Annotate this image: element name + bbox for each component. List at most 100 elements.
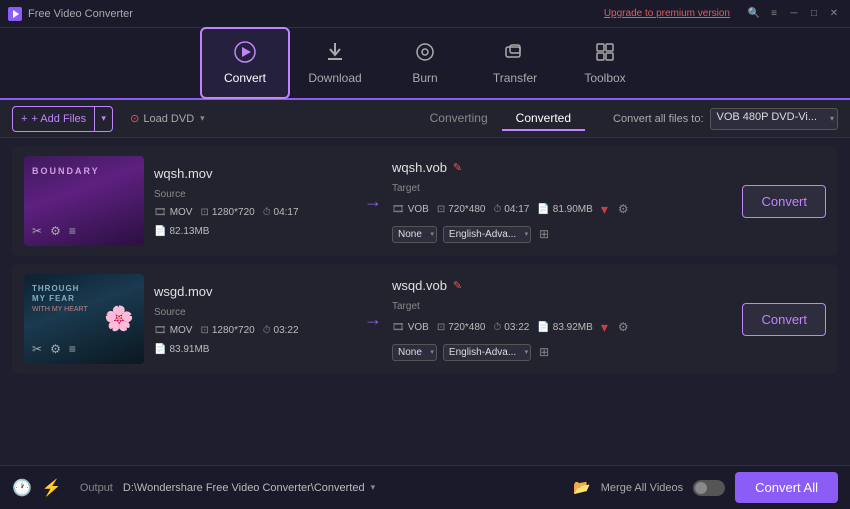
format-dropdown[interactable]: VOB 480P DVD-Vi...	[710, 108, 838, 130]
video-source-2: wsgd.mov Source 🎞 MOV ⊡ 1280*720 ⏱ 03:22…	[154, 284, 354, 355]
tabs-group: Converting Converted	[416, 107, 585, 131]
target-resolution-1: ⊡ 720*480	[437, 204, 486, 215]
dvd-icon: ⊙	[130, 112, 139, 125]
nav-burn-label: Burn	[412, 71, 437, 85]
source-size-2: 📄 83.91MB	[154, 344, 209, 355]
maximize-btn[interactable]: □	[806, 6, 822, 22]
audio-settings-2[interactable]: ⊞	[539, 345, 549, 359]
app-title: Free Video Converter	[28, 8, 133, 20]
cut-icon-2[interactable]: ✂	[32, 342, 42, 356]
load-dvd-arrow: ▾	[200, 113, 205, 124]
output-path-arrow: ▾	[371, 482, 376, 493]
output-path-text: D:\Wondershare Free Video Converter\Conv…	[123, 482, 365, 494]
video-source-1: wqsh.mov Source 🎞 MOV ⊡ 1280*720 ⏱ 04:17…	[154, 166, 354, 237]
target-quality-arrow-1[interactable]: ▾	[601, 201, 608, 218]
video-filename-2: wsgd.mov	[154, 284, 354, 299]
video-filename-1: wqsh.mov	[154, 166, 354, 181]
subtitle-dropdown-wrap-1: None ▾	[392, 226, 437, 243]
target-filename-1: wqsh.vob ✎	[392, 160, 732, 175]
flower-icon: 🌸	[104, 305, 134, 334]
source-resolution-1: ⊡ 1280*720	[200, 207, 254, 218]
add-icon: +	[21, 113, 27, 125]
nav-convert[interactable]: Convert	[200, 27, 290, 99]
upgrade-link[interactable]: Upgrade to premium version	[604, 8, 730, 19]
subtitle-dropdown-wrap-2: None ▾	[392, 344, 437, 361]
target-dropdowns-1: None ▾ English-Adva... ▾ ⊞	[392, 226, 732, 243]
format-dropdown-wrap: VOB 480P DVD-Vi... ▾	[710, 108, 838, 130]
subtitle-dropdown-1[interactable]: None	[392, 226, 437, 243]
app-icon	[8, 7, 22, 21]
target-quality-arrow-2[interactable]: ▾	[601, 319, 608, 336]
video-item-1: BOUNDARY ✂ ⚙ ≡ wqsh.mov Source 🎞 MOV ⊡ 1…	[12, 146, 838, 256]
convert-button-2[interactable]: Convert	[742, 303, 826, 336]
add-files-label: + Add Files	[31, 113, 86, 125]
merge-toggle[interactable]	[693, 480, 725, 496]
source-meta-2: 🎞 MOV ⊡ 1280*720 ⏱ 03:22 📄 83.91MB	[154, 325, 354, 355]
clock-icon[interactable]: 🕐	[12, 478, 32, 498]
convert-button-1[interactable]: Convert	[742, 185, 826, 218]
target-dropdowns-2: None ▾ English-Adva... ▾ ⊞	[392, 344, 732, 361]
nav-convert-label: Convert	[224, 71, 266, 85]
folder-icon[interactable]: 📂	[573, 479, 590, 496]
audio-dropdown-wrap-2: English-Adva... ▾	[443, 344, 531, 361]
settings-icon-1[interactable]: ⚙	[50, 224, 61, 238]
edit-icon-2[interactable]: ✎	[453, 279, 462, 292]
minimize-btn[interactable]: ─	[786, 6, 802, 22]
add-files-main[interactable]: + + Add Files	[13, 113, 94, 125]
nav-toolbox[interactable]: Toolbox	[560, 27, 650, 99]
nav-download[interactable]: Download	[290, 27, 380, 99]
source-size-1: 📄 82.13MB	[154, 226, 209, 237]
add-files-arrow[interactable]: ▾	[94, 106, 112, 132]
convert-nav-icon	[234, 41, 256, 67]
output-path: D:\Wondershare Free Video Converter\Conv…	[123, 482, 563, 494]
list-icon-1[interactable]: ≡	[69, 224, 76, 238]
target-meta-2: 🎞 VOB ⊡ 720*480 ⏱ 03:22 📄 83.92MB ▾ ⚙	[392, 319, 732, 336]
source-format-2: 🎞 MOV	[154, 325, 192, 336]
nav-download-label: Download	[308, 71, 361, 85]
video-target-2: wsqd.vob ✎ Target 🎞 VOB ⊡ 720*480 ⏱ 03:2…	[392, 278, 732, 361]
target-label-1: Target	[392, 183, 732, 194]
source-meta-1: 🎞 MOV ⊡ 1280*720 ⏱ 04:17 📄 82.13MB	[154, 207, 354, 237]
target-filename-2: wsqd.vob ✎	[392, 278, 732, 293]
bottom-bar: 🕐 ⚡ Output D:\Wondershare Free Video Con…	[0, 465, 850, 509]
arrow-icon-2: →	[364, 309, 382, 330]
toggle-knob	[695, 482, 707, 494]
merge-label: Merge All Videos	[601, 482, 683, 494]
load-dvd-label: Load DVD	[143, 113, 194, 125]
action-bar: + + Add Files ▾ ⊙ Load DVD ▾ Converting …	[0, 100, 850, 138]
close-btn[interactable]: ✕	[826, 6, 842, 22]
video-thumb-2: THROUGHMY FEAR WITH MY HEART 🌸 ✂ ⚙ ≡	[24, 274, 144, 364]
target-size-1: 📄 81.90MB	[537, 204, 592, 215]
nav-burn[interactable]: Burn	[380, 27, 470, 99]
list-icon-2[interactable]: ≡	[69, 342, 76, 356]
download-nav-icon	[324, 41, 346, 67]
cut-icon-1[interactable]: ✂	[32, 224, 42, 238]
thumb2-sub: WITH MY HEART	[32, 306, 88, 313]
tab-converted[interactable]: Converted	[502, 107, 585, 131]
subtitle-dropdown-2[interactable]: None	[392, 344, 437, 361]
target-settings-2[interactable]: ⚙	[618, 320, 629, 334]
content-area: BOUNDARY ✂ ⚙ ≡ wqsh.mov Source 🎞 MOV ⊡ 1…	[0, 138, 850, 465]
audio-dropdown-2[interactable]: English-Adva...	[443, 344, 531, 361]
lightning-icon[interactable]: ⚡	[42, 478, 62, 498]
toolbar: Convert Download Burn Transfer	[0, 28, 850, 100]
audio-dropdown-1[interactable]: English-Adva...	[443, 226, 531, 243]
target-settings-1[interactable]: ⚙	[618, 202, 629, 216]
edit-icon-1[interactable]: ✎	[453, 161, 462, 174]
title-bar: Free Video Converter Upgrade to premium …	[0, 0, 850, 28]
add-files-button[interactable]: + + Add Files ▾	[12, 106, 113, 132]
thumb-icons-2: ✂ ⚙ ≡	[24, 338, 144, 360]
audio-settings-1[interactable]: ⊞	[539, 227, 549, 241]
convert-all-button[interactable]: Convert All	[735, 472, 838, 503]
thumb-icons-1: ✂ ⚙ ≡	[24, 220, 144, 242]
load-dvd-button[interactable]: ⊙ Load DVD ▾	[121, 106, 214, 132]
menu-btn[interactable]: ≡	[766, 6, 782, 22]
settings-icon-2[interactable]: ⚙	[50, 342, 61, 356]
source-label-1: Source	[154, 189, 354, 200]
nav-transfer[interactable]: Transfer	[470, 27, 560, 99]
target-format-1: 🎞 VOB	[392, 204, 429, 215]
target-label-2: Target	[392, 301, 732, 312]
search-btn[interactable]: 🔍	[746, 6, 762, 22]
burn-nav-icon	[414, 41, 436, 67]
tab-converting[interactable]: Converting	[416, 107, 502, 131]
